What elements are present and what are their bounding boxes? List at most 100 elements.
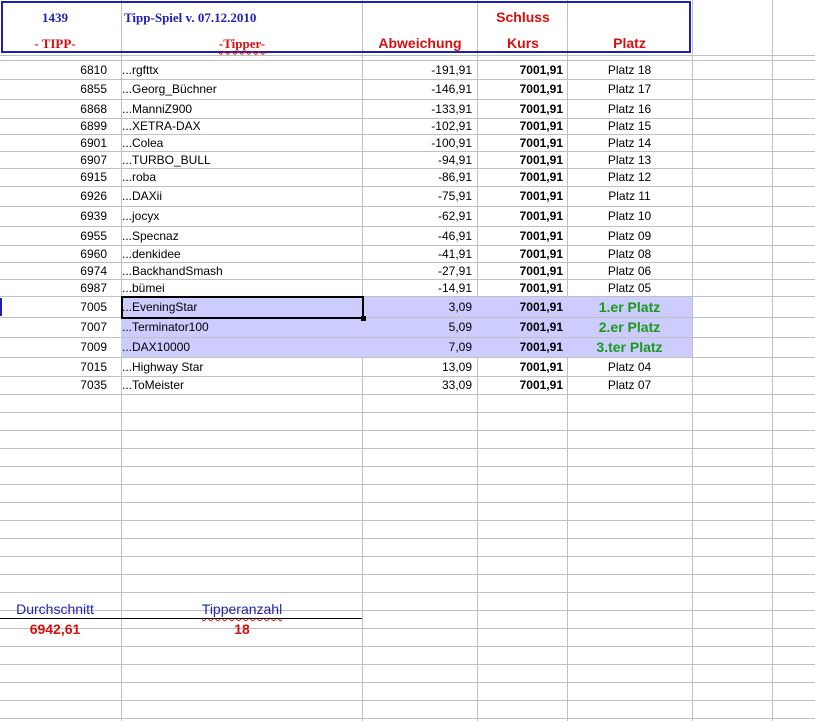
tipper-cell[interactable]: ...Georg_Büchner — [122, 79, 360, 99]
tipper-cell[interactable]: ...jocyx — [122, 206, 360, 226]
tipp-cell[interactable]: 6810 — [0, 60, 111, 79]
kurs-cell[interactable]: 7001,91 — [477, 376, 565, 394]
tipp-cell[interactable]: 6955 — [0, 226, 111, 245]
abweichung-cell[interactable]: -102,91 — [362, 118, 474, 134]
abweichung-cell[interactable]: -75,91 — [362, 186, 474, 206]
tipp-cell[interactable]: 6901 — [0, 134, 111, 151]
average-value[interactable]: 6942,61 — [0, 620, 110, 638]
platz-cell[interactable]: Platz 11 — [567, 186, 692, 206]
platz-cell[interactable]: 3.ter Platz — [567, 337, 692, 357]
abweichung-cell[interactable]: 7,09 — [362, 337, 474, 357]
tipp-cell[interactable]: 6855 — [0, 79, 111, 99]
platz-cell[interactable]: Platz 06 — [567, 262, 692, 279]
tipper-count-label[interactable]: Tipperanzahl — [122, 600, 362, 618]
platz-cell[interactable]: Platz 12 — [567, 168, 692, 186]
kurs-cell[interactable]: 7001,91 — [477, 99, 565, 118]
active-cell-selection[interactable] — [121, 296, 364, 319]
abweichung-cell[interactable]: -94,91 — [362, 151, 474, 168]
tipper-cell[interactable]: ...Colea — [122, 134, 360, 151]
tipper-cell[interactable]: ...DAXii — [122, 186, 360, 206]
abweichung-cell[interactable]: -41,91 — [362, 245, 474, 262]
platz-cell[interactable]: Platz 15 — [567, 118, 692, 134]
abweichung-cell[interactable]: 3,09 — [362, 296, 474, 317]
abweichung-cell[interactable]: -146,91 — [362, 79, 474, 99]
platz-cell[interactable]: 2.er Platz — [567, 317, 692, 337]
kurs-cell[interactable]: 7001,91 — [477, 317, 565, 337]
platz-cell[interactable]: Platz 09 — [567, 226, 692, 245]
tipp-cell[interactable]: 7007 — [0, 317, 111, 337]
abweichung-cell[interactable]: -62,91 — [362, 206, 474, 226]
tipper-cell[interactable]: ...ToMeister — [122, 376, 360, 394]
tipp-cell[interactable]: 6926 — [0, 186, 111, 206]
column-header-platz[interactable]: Platz — [568, 32, 691, 54]
platz-cell[interactable]: Platz 18 — [567, 60, 692, 79]
abweichung-cell[interactable]: -191,91 — [362, 60, 474, 79]
game-title[interactable]: Tipp-Spiel v. 07.12.2010 — [124, 4, 362, 30]
platz-cell[interactable]: Platz 13 — [567, 151, 692, 168]
kurs-cell[interactable]: 7001,91 — [477, 186, 565, 206]
schluss-label[interactable]: Schluss — [478, 4, 568, 30]
platz-cell[interactable]: Platz 05 — [567, 279, 692, 296]
kurs-cell[interactable]: 7001,91 — [477, 206, 565, 226]
column-header-tipp[interactable]: - TIPP- — [0, 32, 110, 54]
kurs-cell[interactable]: 7001,91 — [477, 337, 565, 357]
tipp-cell[interactable]: 7035 — [0, 376, 111, 394]
tipper-cell[interactable]: ...Terminator100 — [122, 317, 360, 337]
abweichung-cell[interactable]: -100,91 — [362, 134, 474, 151]
platz-cell[interactable]: Platz 17 — [567, 79, 692, 99]
kurs-cell[interactable]: 7001,91 — [477, 168, 565, 186]
tipp-cell[interactable]: 6899 — [0, 118, 111, 134]
tipp-cell[interactable]: 6868 — [0, 99, 111, 118]
kurs-cell[interactable]: 7001,91 — [477, 151, 565, 168]
kurs-cell[interactable]: 7001,91 — [477, 79, 565, 99]
platz-cell[interactable]: Platz 04 — [567, 357, 692, 376]
tipper-count-value[interactable]: 18 — [122, 620, 362, 638]
tipper-cell[interactable]: ...Specnaz — [122, 226, 360, 245]
abweichung-cell[interactable]: 5,09 — [362, 317, 474, 337]
platz-cell[interactable]: Platz 07 — [567, 376, 692, 394]
tipp-cell[interactable]: 6960 — [0, 245, 111, 262]
tipper-cell[interactable]: ...roba — [122, 168, 360, 186]
tipp-cell[interactable]: 6907 — [0, 151, 111, 168]
tipper-cell[interactable]: ...ManniZ900 — [122, 99, 360, 118]
fill-handle[interactable] — [361, 316, 366, 321]
column-header-abweichung[interactable]: Abweichung — [363, 32, 477, 54]
tipp-cell[interactable]: 7015 — [0, 357, 111, 376]
kurs-cell[interactable]: 7001,91 — [477, 279, 565, 296]
column-header-kurs[interactable]: Kurs — [478, 32, 568, 54]
kurs-cell[interactable]: 7001,91 — [477, 134, 565, 151]
platz-cell[interactable]: Platz 10 — [567, 206, 692, 226]
abweichung-cell[interactable]: 13,09 — [362, 357, 474, 376]
spreadsheet-grid[interactable]: 1439 Tipp-Spiel v. 07.12.2010 Schluss - … — [0, 0, 815, 721]
abweichung-cell[interactable]: -46,91 — [362, 226, 474, 245]
kurs-cell[interactable]: 7001,91 — [477, 118, 565, 134]
kurs-cell[interactable]: 7001,91 — [477, 262, 565, 279]
tipp-cell[interactable]: 6915 — [0, 168, 111, 186]
tipp-cell[interactable]: 6987 — [0, 279, 111, 296]
abweichung-cell[interactable]: -27,91 — [362, 262, 474, 279]
abweichung-cell[interactable]: 33,09 — [362, 376, 474, 394]
tipp-cell[interactable]: 7009 — [0, 337, 111, 357]
game-id[interactable]: 1439 — [0, 4, 110, 30]
tipper-cell[interactable]: ...denkidee — [122, 245, 360, 262]
platz-cell[interactable]: 1.er Platz — [567, 296, 692, 317]
kurs-cell[interactable]: 7001,91 — [477, 245, 565, 262]
column-header-tipper[interactable]: -Tipper- — [122, 32, 362, 54]
tipper-cell[interactable]: ...Highway Star — [122, 357, 360, 376]
tipper-cell[interactable]: ...XETRA-DAX — [122, 118, 360, 134]
tipper-cell[interactable]: ...rgfttx — [122, 60, 360, 79]
kurs-cell[interactable]: 7001,91 — [477, 296, 565, 317]
abweichung-cell[interactable]: -14,91 — [362, 279, 474, 296]
abweichung-cell[interactable]: -86,91 — [362, 168, 474, 186]
tipp-cell[interactable]: 7005 — [0, 296, 111, 317]
tipper-cell[interactable]: ...TURBO_BULL — [122, 151, 360, 168]
kurs-cell[interactable]: 7001,91 — [477, 60, 565, 79]
tipper-cell[interactable]: ...DAX10000 — [122, 337, 360, 357]
tipper-cell[interactable]: ...BackhandSmash — [122, 262, 360, 279]
tipper-cell[interactable]: ...bümei — [122, 279, 360, 296]
tipp-cell[interactable]: 6939 — [0, 206, 111, 226]
kurs-cell[interactable]: 7001,91 — [477, 357, 565, 376]
platz-cell[interactable]: Platz 14 — [567, 134, 692, 151]
tipp-cell[interactable]: 6974 — [0, 262, 111, 279]
platz-cell[interactable]: Platz 08 — [567, 245, 692, 262]
